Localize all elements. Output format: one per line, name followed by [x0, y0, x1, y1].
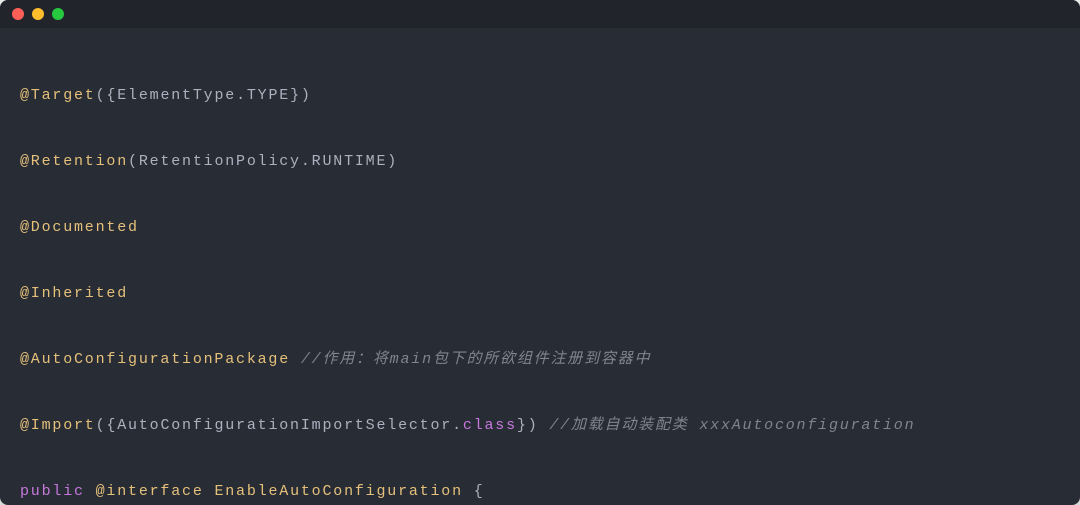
- annotation-target: @Target: [20, 87, 96, 104]
- window-titlebar: [0, 0, 1080, 28]
- punct: {: [474, 483, 485, 500]
- minimize-icon[interactable]: [32, 8, 44, 20]
- annotation-autoconfigpackage: @AutoConfigurationPackage: [20, 351, 290, 368]
- punct: .: [452, 417, 463, 434]
- keyword-class: class: [463, 417, 517, 434]
- type-retentionpolicy: RetentionPolicy: [139, 153, 301, 170]
- code-line: @Inherited: [20, 277, 1060, 310]
- punct: }): [517, 417, 539, 434]
- maximize-icon[interactable]: [52, 8, 64, 20]
- type-elementtype: ElementType: [117, 87, 236, 104]
- punct: ({: [96, 87, 118, 104]
- annotation-inherited: @Inherited: [20, 285, 128, 302]
- const-runtime: RUNTIME: [312, 153, 388, 170]
- code-line: public @interface EnableAutoConfiguratio…: [20, 475, 1060, 505]
- type-autoconfigimportselector: AutoConfigurationImportSelector: [117, 417, 452, 434]
- punct: }): [290, 87, 312, 104]
- punct: .: [236, 87, 247, 104]
- close-icon[interactable]: [12, 8, 24, 20]
- keyword-interface: @interface: [96, 483, 204, 500]
- punct: ): [387, 153, 398, 170]
- punct: (: [128, 153, 139, 170]
- class-enableautoconfig: EnableAutoConfiguration: [214, 483, 462, 500]
- punct: .: [301, 153, 312, 170]
- annotation-retention: @Retention: [20, 153, 128, 170]
- code-content: @Target({ElementType.TYPE}) @Retention(R…: [0, 28, 1080, 505]
- comment-autoconfigpkg: //作用：将main包下的所欲组件注册到容器中: [301, 351, 651, 368]
- code-line: @Retention(RetentionPolicy.RUNTIME): [20, 145, 1060, 178]
- code-line: @Target({ElementType.TYPE}): [20, 79, 1060, 112]
- annotation-import: @Import: [20, 417, 96, 434]
- comment-import: //加载自动装配类 xxxAutoconfiguration: [549, 417, 915, 434]
- code-window: @Target({ElementType.TYPE}) @Retention(R…: [0, 0, 1080, 505]
- keyword-public: public: [20, 483, 85, 500]
- code-line: @Import({AutoConfigurationImportSelector…: [20, 409, 1060, 442]
- code-line: @Documented: [20, 211, 1060, 244]
- annotation-documented: @Documented: [20, 219, 139, 236]
- code-line: @AutoConfigurationPackage //作用：将main包下的所…: [20, 343, 1060, 376]
- const-type: TYPE: [247, 87, 290, 104]
- punct: ({: [96, 417, 118, 434]
